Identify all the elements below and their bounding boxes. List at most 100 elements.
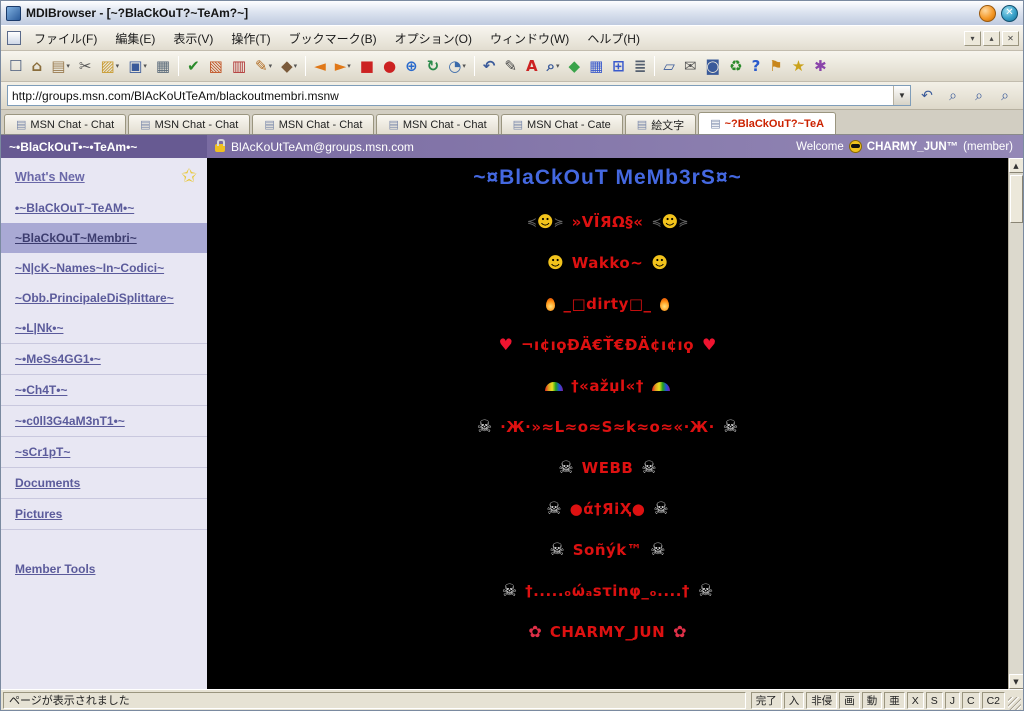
menu-item[interactable]: ヘルプ(H): [578, 27, 649, 50]
welcome-area: Welcome CHARMY_JUN™ (member): [786, 140, 1023, 153]
print-icon[interactable]: ▦: [152, 54, 174, 78]
disk-icon[interactable]: ◙: [702, 54, 725, 78]
stop-icon[interactable]: ■: [356, 54, 378, 78]
child-restore-icon[interactable]: ▴: [983, 30, 1000, 46]
address-bar: ▼ ↶⌕⌕⌕: [1, 82, 1023, 110]
scroll-up-icon[interactable]: [1008, 158, 1023, 173]
new-page-icon[interactable]: ☐: [5, 54, 26, 78]
menu-item[interactable]: ファイル(F): [25, 27, 106, 50]
tab[interactable]: MSN Chat - Chat: [252, 114, 375, 134]
save-icon[interactable]: ▣ ▾: [124, 54, 151, 78]
close-button[interactable]: [1001, 4, 1018, 22]
tab[interactable]: MSN Chat - Chat: [4, 114, 127, 134]
flame-icon: [659, 297, 669, 311]
sidebar-item[interactable]: ~N|cK~Names~In~Codici~: [1, 253, 207, 283]
scrollbar-thumb[interactable]: [1009, 175, 1023, 223]
search-icon[interactable]: ⌕ ▾: [543, 54, 564, 78]
page-icon: [513, 118, 523, 131]
recycle-icon[interactable]: ♻: [725, 54, 746, 78]
sidebar-item-whats-new[interactable]: What's New: [1, 158, 207, 193]
document-red-icon[interactable]: ▥: [228, 54, 250, 78]
tab-label: MSN Chat - Chat: [154, 118, 239, 131]
history-back-icon[interactable]: ↶: [915, 85, 939, 107]
sidebar-item[interactable]: ~Obb.PrincipaleDiSplittare~: [1, 283, 207, 313]
clipboard-paste-icon[interactable]: ▤ ▾: [47, 54, 74, 78]
star-icon[interactable]: ★: [788, 54, 809, 78]
minimize-button[interactable]: [979, 4, 996, 22]
tab[interactable]: MSN Chat - Chat: [376, 114, 499, 134]
toolbar: ☐ ⌂ ▤ ▾ ✂ ▨ ▾ ▣ ▾ ▦ ✔ ▧ ▥ ✎ ▾ ◆ ▾ ◄ ► ▾ ■ ● ⊕ ↻ ◔ ▾ ↶ ✎ A ⌕ ▾ ◆ ▦ ⊞ ≣ ▱ ✉ ◙ ♻?…: [1, 51, 1023, 82]
cut-icon[interactable]: ✂: [75, 54, 96, 78]
menu-item[interactable]: 操作(T): [222, 27, 279, 50]
status-message: ページが表示されました: [3, 691, 746, 709]
sidebar-item[interactable]: ~•Ch4T•~: [1, 375, 207, 406]
sidebar-item-label: ~•Ch4T•~: [15, 383, 68, 397]
status-indicator: 動: [861, 691, 883, 709]
check-icon[interactable]: ✔: [183, 54, 204, 78]
devil-smiley-icon: ≼ ☻ ≽: [651, 212, 689, 231]
menu-item[interactable]: ウィンドウ(W): [481, 27, 578, 50]
cells-icon[interactable]: ⊞: [608, 54, 629, 78]
mail-icon[interactable]: ✉: [680, 54, 701, 78]
sidebar-item[interactable]: ~•MeSs4GG1•~: [1, 344, 207, 375]
clock-icon[interactable]: ◔ ▾: [444, 54, 470, 78]
font-color-icon[interactable]: A: [522, 54, 542, 78]
group-email: BlAcKoUtTeAm@groups.msn.com: [231, 139, 414, 154]
undo-icon[interactable]: ↶: [479, 54, 500, 78]
sidebar-item[interactable]: ~•c0ll3G4aM3nT1•~: [1, 406, 207, 437]
sidebar-item[interactable]: ~sCr1pT~: [1, 437, 207, 468]
home-icon[interactable]: ⌂: [27, 54, 46, 78]
status-indicator: S: [925, 691, 943, 709]
sidebar-item[interactable]: Documents: [1, 468, 207, 499]
help-icon[interactable]: ?: [748, 54, 765, 78]
resize-grip[interactable]: [1008, 697, 1021, 710]
table-icon[interactable]: ▦: [585, 54, 607, 78]
marker-icon[interactable]: ◆ ▾: [277, 54, 301, 78]
tab[interactable]: MSN Chat - Cate: [500, 114, 623, 134]
window-new-icon[interactable]: ▱: [659, 54, 679, 78]
tab[interactable]: MSN Chat - Chat: [128, 114, 251, 134]
back-icon[interactable]: ◄: [310, 54, 330, 78]
folder-open-icon[interactable]: ▨ ▾: [96, 54, 123, 78]
vertical-scrollbar[interactable]: [1008, 158, 1023, 689]
record-icon[interactable]: ●: [379, 54, 400, 78]
child-minimize-icon[interactable]: ▾: [964, 30, 981, 46]
tab[interactable]: ~?BlaCkOuT?~TeA: [698, 112, 837, 134]
edit-icon[interactable]: ✎: [500, 54, 521, 78]
search-zoom-3-icon[interactable]: ⌕: [993, 85, 1017, 107]
sidebar-item-member-tools[interactable]: Member Tools: [1, 554, 207, 584]
sidebar-item[interactable]: ~•L|Nk•~: [1, 313, 207, 344]
pencil-icon[interactable]: ✎ ▾: [251, 54, 276, 78]
refresh-icon[interactable]: ↻: [423, 54, 444, 78]
search-zoom-2-icon[interactable]: ⌕: [967, 85, 991, 107]
url-dropdown-button[interactable]: ▼: [893, 86, 910, 105]
globe-icon[interactable]: ⊕: [401, 54, 422, 78]
forward-icon[interactable]: ► ▾: [331, 54, 355, 78]
url-input[interactable]: [8, 86, 893, 105]
search-zoom-1-icon[interactable]: ⌕: [941, 85, 965, 107]
username[interactable]: CHARMY_JUN™: [867, 141, 958, 153]
scroll-down-icon[interactable]: [1008, 674, 1023, 689]
member-name: Soñýk™: [572, 541, 643, 559]
menu-item[interactable]: 編集(E): [106, 27, 164, 50]
photo-icon[interactable]: ▧: [205, 54, 227, 78]
skull-icon: ☠: [650, 539, 666, 560]
status-indicator: C2: [981, 691, 1005, 709]
flag-icon[interactable]: ⚑: [765, 54, 786, 78]
status-indicator: C: [961, 691, 980, 709]
child-close-icon[interactable]: ✕: [1002, 30, 1019, 46]
address-buttons: ↶ ⌕ ⌕ ⌕: [915, 85, 1017, 107]
sidebar-item[interactable]: •~BlaCkOuT~TeAM•~: [1, 193, 207, 223]
puzzle-icon[interactable]: ◆: [565, 54, 585, 78]
sidebar-item[interactable]: ~BlaCkOuT~Membri~: [1, 223, 207, 253]
list-icon[interactable]: ≣: [630, 54, 651, 78]
menu-item[interactable]: ブックマーク(B): [280, 27, 386, 50]
tools-icon[interactable]: ✱: [810, 54, 831, 78]
tab[interactable]: 絵文字: [624, 114, 697, 134]
sidebar-item[interactable]: Pictures: [1, 499, 207, 530]
menu-item[interactable]: オプション(O): [386, 27, 481, 50]
sidebar-item-label: ~Obb.PrincipaleDiSplittare~: [15, 291, 174, 305]
skull-icon: ☠: [558, 457, 574, 478]
menu-item[interactable]: 表示(V): [164, 27, 222, 50]
status-indicator: X: [906, 691, 924, 709]
